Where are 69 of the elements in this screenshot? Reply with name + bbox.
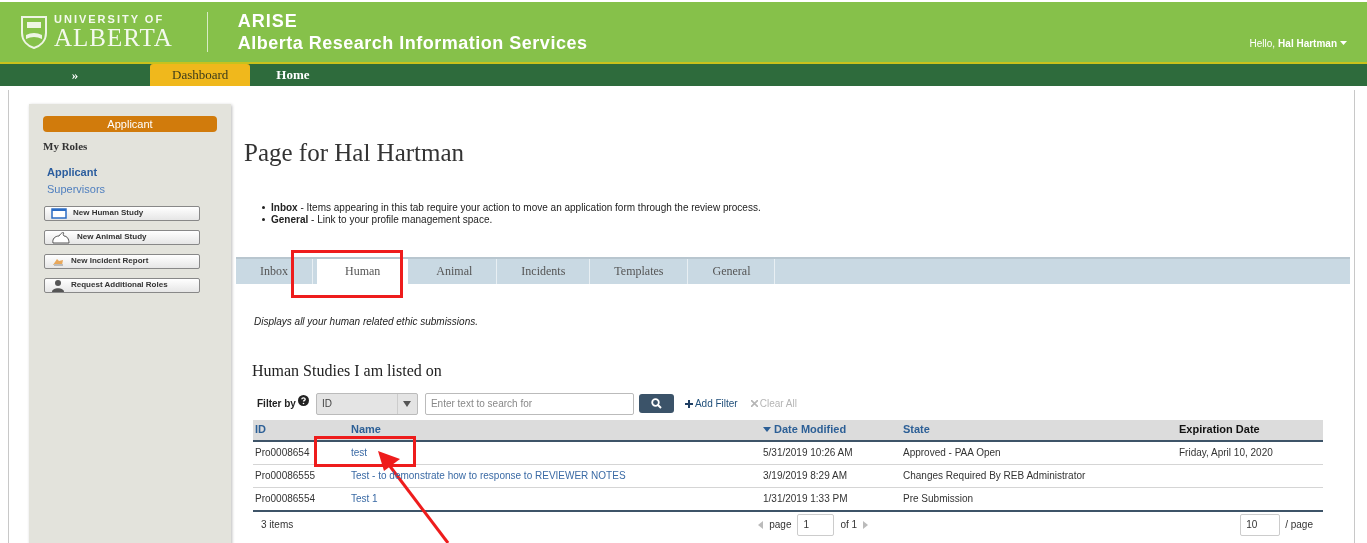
- column-header[interactable]: State: [901, 421, 1177, 438]
- table-cell-text: Changes Required By REB Administrator: [902, 469, 1087, 483]
- section-title: Human Studies I am listed on: [252, 360, 443, 381]
- sidebar-action-button[interactable]: Request Additional Roles: [44, 277, 200, 293]
- column-header[interactable]: ID: [253, 421, 349, 438]
- table-cell-text: 3/19/2019 8:29 AM: [762, 469, 848, 483]
- column-header: Expiration Date: [1178, 422, 1261, 438]
- app-title: ARISE: [237, 9, 299, 32]
- table-cell-text: 5/31/2019 10:26 AM: [762, 446, 854, 460]
- role-badge: Applicant: [43, 116, 217, 132]
- logo-top-text: UNIVERSITY OF: [54, 14, 166, 25]
- table-cell-text: Friday, April 10, 2020: [1178, 446, 1274, 460]
- tab[interactable]: Animal: [412, 258, 498, 284]
- table-cell-text: Approved - PAA Open: [902, 446, 1002, 460]
- sidebar-action-button[interactable]: New Human Study: [44, 205, 200, 221]
- sidebar-action-button[interactable]: New Incident Report: [44, 253, 200, 269]
- logo-bottom-text: ALBERTA: [54, 25, 173, 50]
- search-button[interactable]: [638, 394, 674, 413]
- close-icon: [750, 400, 758, 407]
- table-cell-text: Pre Submission: [902, 492, 975, 506]
- caret-icon: [403, 400, 412, 407]
- tab[interactable]: Incidents: [497, 258, 591, 284]
- tab[interactable]: General: [688, 258, 776, 284]
- page-field[interactable]: 1: [797, 513, 835, 536]
- bullet-text: Inbox - Items appearing in this tab require your action to move an application form through the review process.: [271, 201, 761, 214]
- sort-caret-icon: [763, 427, 771, 432]
- previous-page-icon[interactable]: [758, 520, 764, 529]
- filter-label: Filter by: [257, 397, 296, 411]
- bullet-icon: [262, 206, 265, 209]
- page-title: Page for Hal Hartman: [244, 138, 466, 168]
- filter-select[interactable]: ID: [315, 392, 418, 415]
- role-link[interactable]: Applicant: [47, 163, 98, 180]
- bullet-text: General - Link to your profile management space.: [271, 213, 493, 226]
- tab[interactable]: Human: [317, 258, 409, 284]
- per-page-label: / page: [1285, 518, 1313, 532]
- table-cell-text: Pro0008654: [254, 446, 311, 460]
- table-cell-text: Pro00086554: [254, 492, 317, 506]
- next-page-icon[interactable]: [863, 520, 869, 529]
- page-label: page: [769, 518, 792, 532]
- study-name-link[interactable]: test: [349, 445, 761, 460]
- table-cell-text: Pro00086555: [254, 469, 317, 483]
- table-cell-text: 1/31/2019 1:33 PM: [762, 492, 849, 506]
- help-icon: [297, 395, 309, 406]
- rabbit-icon: [51, 230, 71, 244]
- column-header[interactable]: Name: [349, 421, 761, 438]
- shield-logo-icon: [20, 15, 48, 49]
- expand-button[interactable]: »: [0, 64, 150, 86]
- tab[interactable]: Templates: [590, 258, 689, 284]
- sidebar-heading: My Roles: [43, 139, 89, 154]
- tab[interactable]: Inbox: [236, 258, 313, 284]
- page-total: of 1: [840, 518, 858, 532]
- item-count: 3 items: [261, 518, 294, 532]
- window-icon: [51, 207, 67, 219]
- column-header[interactable]: Date Modified: [761, 421, 901, 438]
- add-filter-button[interactable]: Add Filter: [684, 396, 738, 411]
- bullet-icon: [262, 218, 265, 221]
- search-icon: [650, 398, 662, 409]
- per-page-field[interactable]: 10: [1240, 513, 1281, 536]
- nav-tab[interactable]: Dashboard: [150, 64, 251, 86]
- tab-description: Displays all your human related ethic submissions.: [254, 314, 479, 329]
- study-name-link[interactable]: Test 1: [349, 491, 761, 506]
- plus-icon: [684, 399, 693, 408]
- person-icon: [51, 278, 65, 292]
- role-link[interactable]: Supervisors: [47, 181, 106, 198]
- search-field[interactable]: Enter text to search for: [424, 392, 634, 415]
- app-subtitle: Alberta Research Information Services: [237, 32, 588, 55]
- nav-tab[interactable]: Home: [250, 64, 336, 86]
- sidebar-action-button[interactable]: New Animal Study: [44, 229, 200, 245]
- caret-icon: [1340, 40, 1347, 46]
